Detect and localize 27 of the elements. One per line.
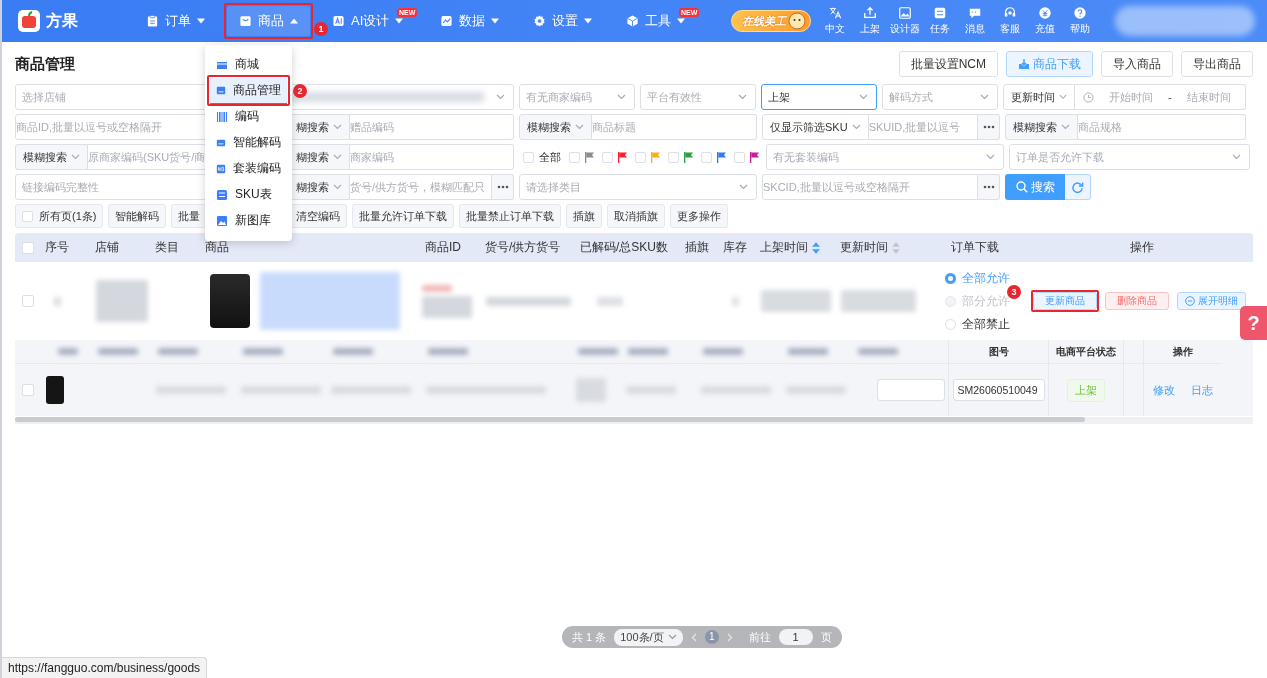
- column-header: 图号: [988, 344, 1009, 359]
- total-count: 共 1 条: [572, 629, 607, 645]
- checkbox-label: 全部: [539, 149, 561, 165]
- column-header: 订单下载: [951, 239, 999, 256]
- column-header: 库存: [723, 239, 747, 256]
- column-header: 序号: [45, 239, 69, 256]
- status-tag: 上架: [1067, 378, 1105, 402]
- column-header: 更新时间: [840, 239, 888, 256]
- status-url: https://fangguo.com/business/goods: [2, 657, 208, 678]
- step-badge: 3: [1007, 285, 1021, 299]
- column-header: 店铺: [95, 239, 119, 256]
- column-header: 操作: [1172, 344, 1193, 359]
- column-header: 电商平台状态: [1056, 344, 1116, 359]
- range-separator: -: [1168, 91, 1172, 103]
- page-title: 商品管理: [15, 54, 75, 74]
- column-header: 上架时间: [760, 239, 808, 256]
- goto-label: 前往: [748, 629, 771, 645]
- column-header: 类目: [155, 239, 179, 256]
- column-header: 货号/供方货号: [485, 239, 561, 256]
- brand-name: 方果: [46, 10, 78, 31]
- column-header: 商品: [205, 239, 229, 256]
- step-badge: 1: [314, 22, 328, 36]
- column-header: 操作: [1129, 239, 1154, 256]
- column-header: 插旗: [685, 239, 709, 256]
- page-unit: 页: [820, 629, 832, 645]
- column-header: 已解码/总SKU数: [580, 239, 668, 256]
- column-header: 商品ID: [425, 239, 461, 256]
